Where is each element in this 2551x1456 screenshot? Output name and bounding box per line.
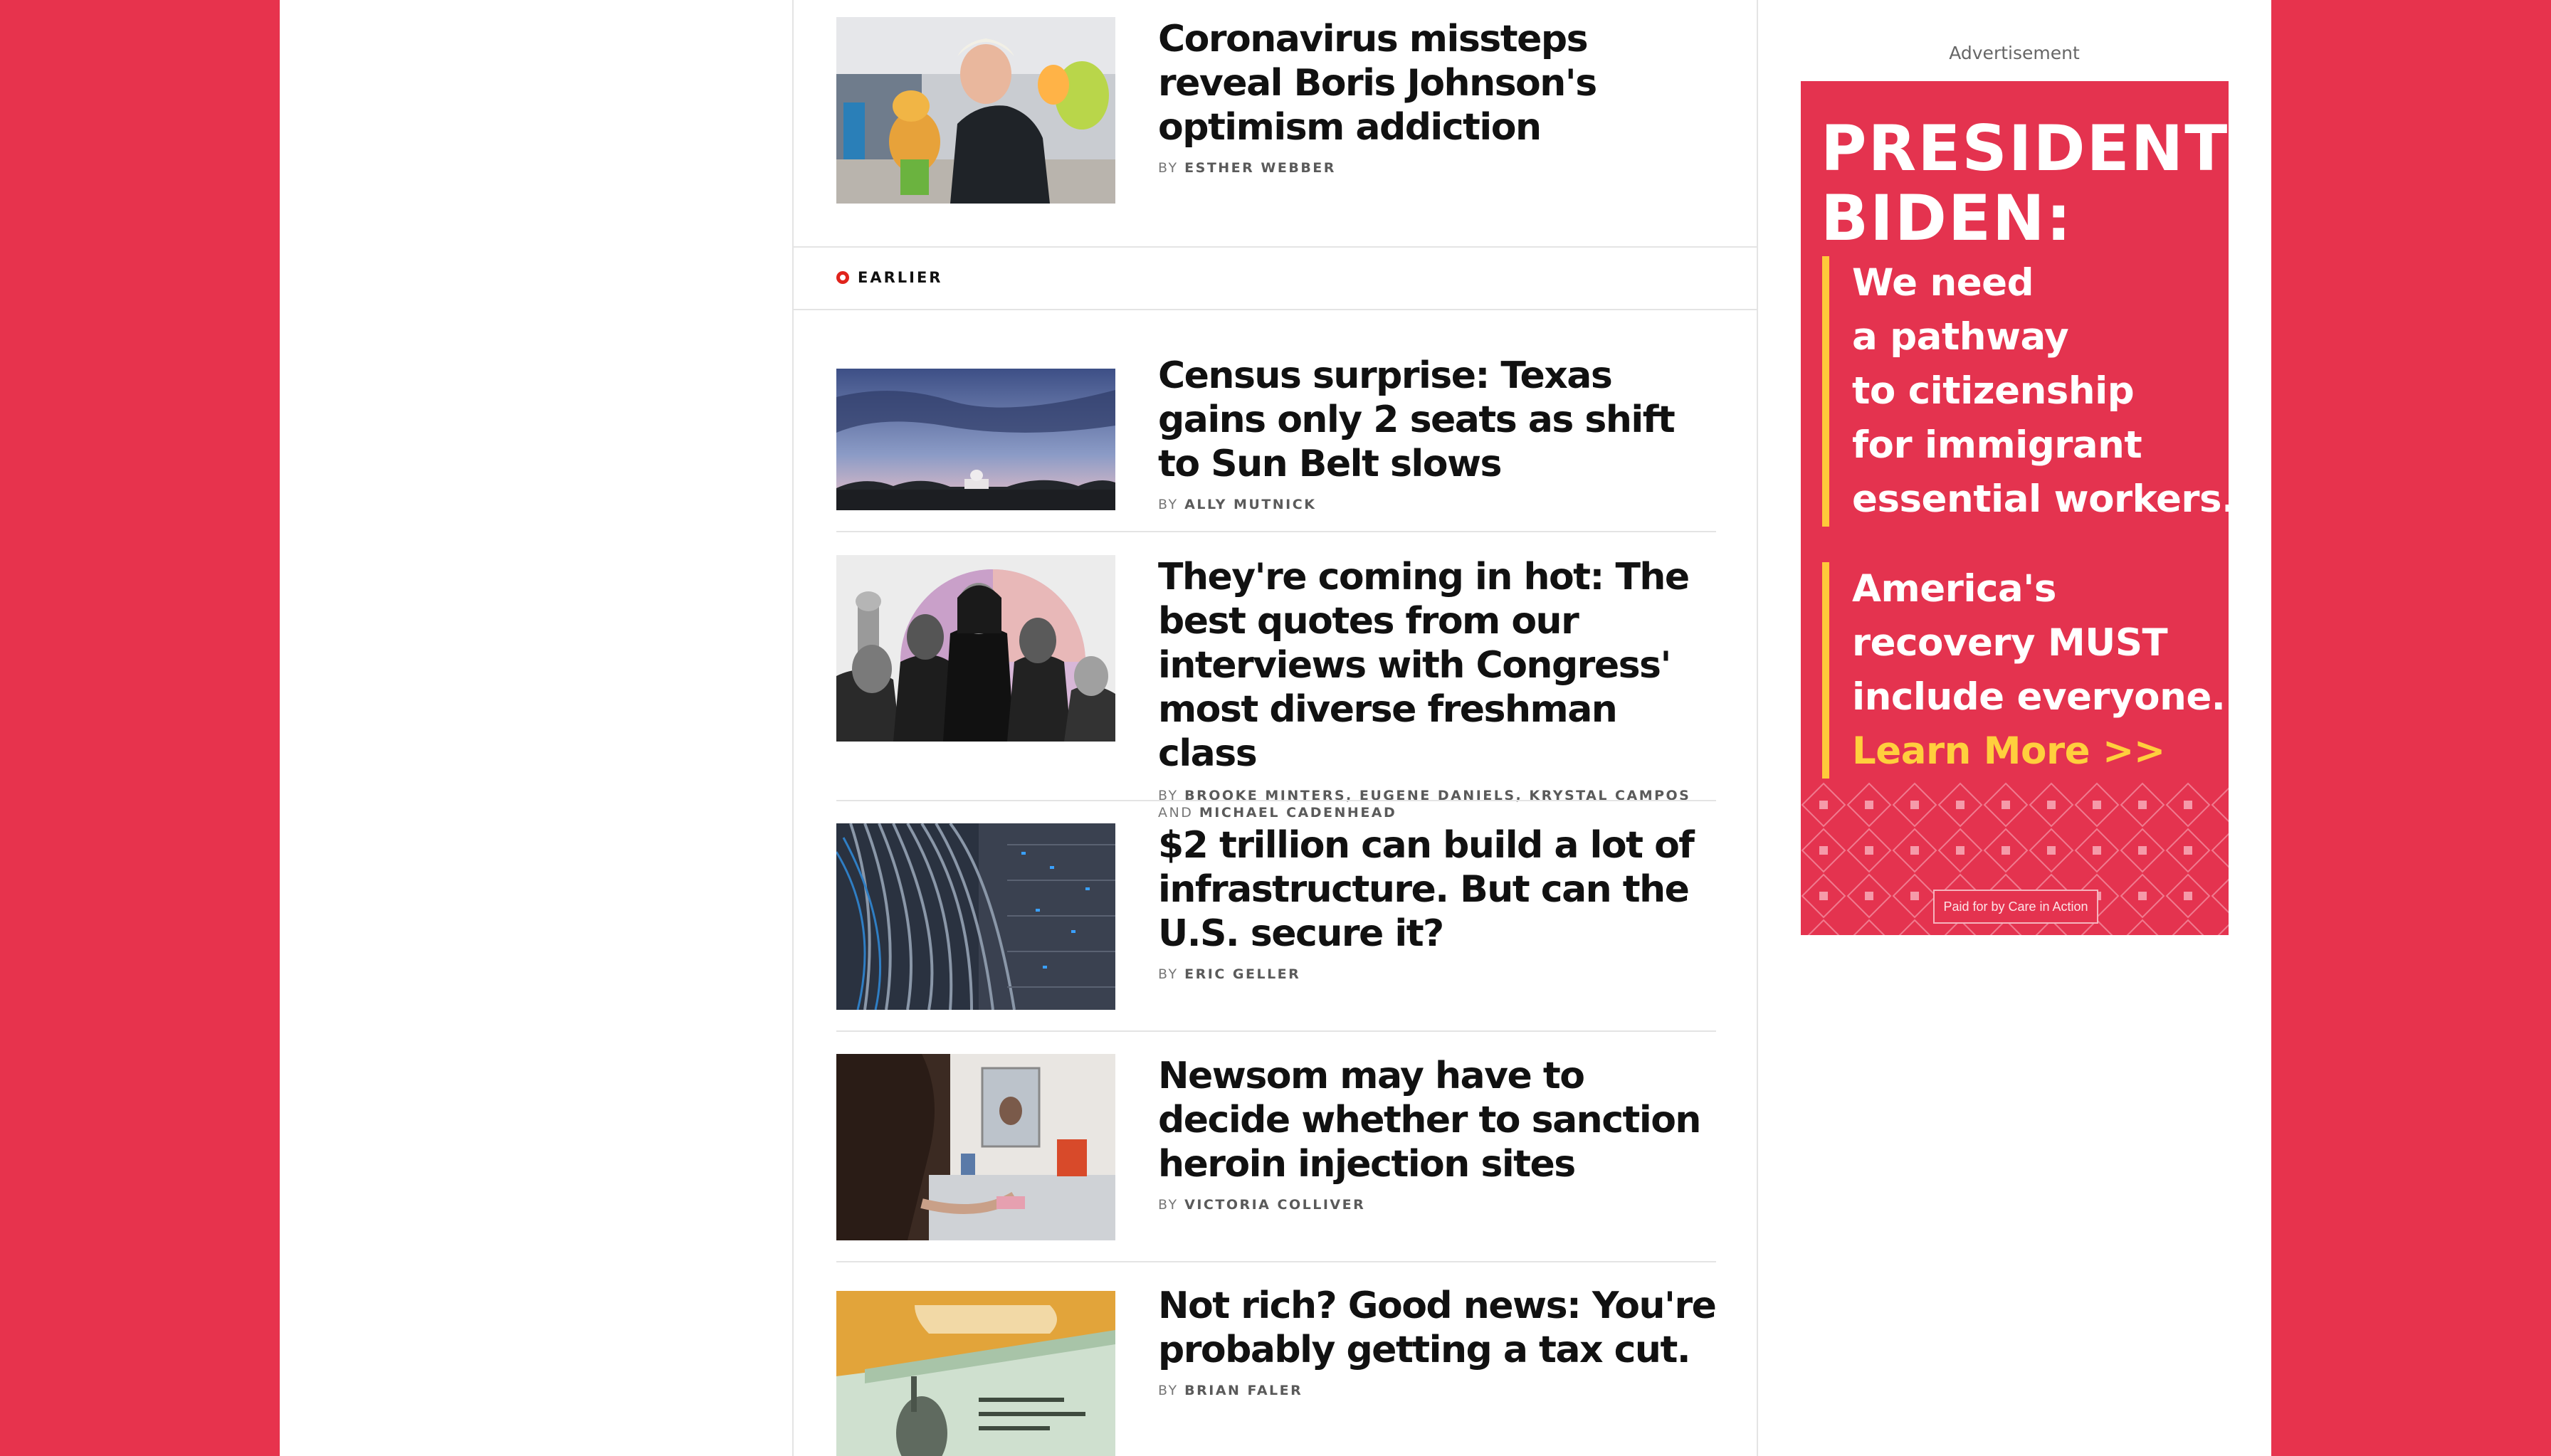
story-text: Not rich? Good news: You're probably get… xyxy=(1158,1284,1720,1399)
story-text: They're coming in hot: The best quotes f… xyxy=(1158,555,1720,821)
divider xyxy=(836,1261,1716,1262)
divider xyxy=(836,1030,1716,1032)
byline-prefix: BY xyxy=(1158,1197,1179,1213)
story-byline: BY VICTORIA COLLIVER xyxy=(1158,1196,1720,1213)
divider xyxy=(836,531,1716,532)
story-thumbnail[interactable] xyxy=(836,1054,1115,1240)
ad-disclaimer: Paid for by Care in Action xyxy=(1933,890,2098,924)
author-link[interactable]: BRIAN FALER xyxy=(1184,1383,1303,1398)
story-headline[interactable]: They're coming in hot: The best quotes f… xyxy=(1158,555,1720,776)
story-headline[interactable]: Newsom may have to decide whether to san… xyxy=(1158,1054,1720,1186)
story-text: Census surprise: Texas gains only 2 seat… xyxy=(1158,354,1720,513)
boris-johnson-photo xyxy=(836,17,1115,204)
story-text: Newsom may have to decide whether to san… xyxy=(1158,1054,1720,1213)
ad-message-line: for immigrant xyxy=(1852,423,2142,467)
ad-message-block: America's recovery MUST include everyone… xyxy=(1822,562,2226,779)
story-text: Coronavirus missteps reveal Boris Johnso… xyxy=(1158,17,1720,176)
ad-message-line: include everyone. xyxy=(1852,675,2226,719)
author-link[interactable]: VICTORIA COLLIVER xyxy=(1184,1197,1365,1213)
ad-message-line: a pathway xyxy=(1852,315,2069,359)
story-thumbnail[interactable] xyxy=(836,17,1115,204)
story-thumbnail[interactable] xyxy=(836,555,1115,742)
ad-message-block: We need a pathway to citizenship for imm… xyxy=(1822,256,2229,527)
story-thumbnail[interactable] xyxy=(836,354,1115,510)
ad-message-line: We need xyxy=(1852,261,2034,305)
story-text: $2 trillion can build a lot of infrastru… xyxy=(1158,823,1720,983)
story-byline: BY BROOKE MINTERS, EUGENE DANIELS, KRYST… xyxy=(1158,787,1720,821)
story-byline: BY ESTHER WEBBER xyxy=(1158,159,1720,176)
section-title: EARLIER xyxy=(858,269,943,286)
byline-prefix: BY xyxy=(1158,966,1179,982)
story-byline: BY BRIAN FALER xyxy=(1158,1382,1720,1399)
ad-message-line: recovery MUST xyxy=(1852,621,2168,665)
byline-prefix: BY xyxy=(1158,1383,1179,1398)
section-label: EARLIER xyxy=(836,269,942,286)
author-link[interactable]: ESTHER WEBBER xyxy=(1184,160,1336,176)
divider xyxy=(836,800,1716,801)
story-headline[interactable]: Not rich? Good news: You're probably get… xyxy=(1158,1284,1720,1372)
ad-banner[interactable]: PRESIDENT BIDEN: We need a pathway to ci… xyxy=(1801,81,2229,935)
ad-message-line: essential workers. xyxy=(1852,478,2229,521)
ad-message-line: to citizenship xyxy=(1852,369,2135,413)
ad-message-line: America's xyxy=(1852,567,2056,611)
byline-prefix: BY xyxy=(1158,160,1179,176)
author-link[interactable]: ALLY MUTNICK xyxy=(1184,497,1316,512)
author-link[interactable]: MICHAEL CADENHEAD xyxy=(1199,805,1397,821)
story-headline[interactable]: $2 trillion can build a lot of infrastru… xyxy=(1158,823,1720,956)
section-header: EARLIER xyxy=(792,246,1758,310)
ad-headline: PRESIDENT BIDEN: xyxy=(1821,114,2229,253)
story-thumbnail[interactable] xyxy=(836,1284,1115,1456)
congress-freshmen-photo xyxy=(836,555,1115,742)
ad-headline-line: BIDEN: xyxy=(1821,181,2073,255)
ad-label: Advertisement xyxy=(1949,43,2080,63)
ad-headline-line: PRESIDENT xyxy=(1821,112,2229,185)
injection-site-photo xyxy=(836,1054,1115,1240)
ring-icon xyxy=(836,271,849,284)
author-link[interactable]: ERIC GELLER xyxy=(1184,966,1300,982)
treasury-check-photo xyxy=(836,1291,1115,1456)
capitol-dusk-photo xyxy=(836,369,1115,510)
byline-prefix: BY xyxy=(1158,497,1179,512)
story-headline[interactable]: Coronavirus missteps reveal Boris Johnso… xyxy=(1158,17,1720,149)
story-byline: BY ALLY MUTNICK xyxy=(1158,496,1720,513)
story-headline[interactable]: Census surprise: Texas gains only 2 seat… xyxy=(1158,354,1720,486)
ad-learn-more-link[interactable]: Learn More >> xyxy=(1852,724,2225,779)
byline-conjunction: AND xyxy=(1158,805,1194,821)
server-cables-photo xyxy=(836,823,1115,1010)
story-byline: BY ERIC GELLER xyxy=(1158,966,1720,983)
story-thumbnail[interactable] xyxy=(836,823,1115,1010)
